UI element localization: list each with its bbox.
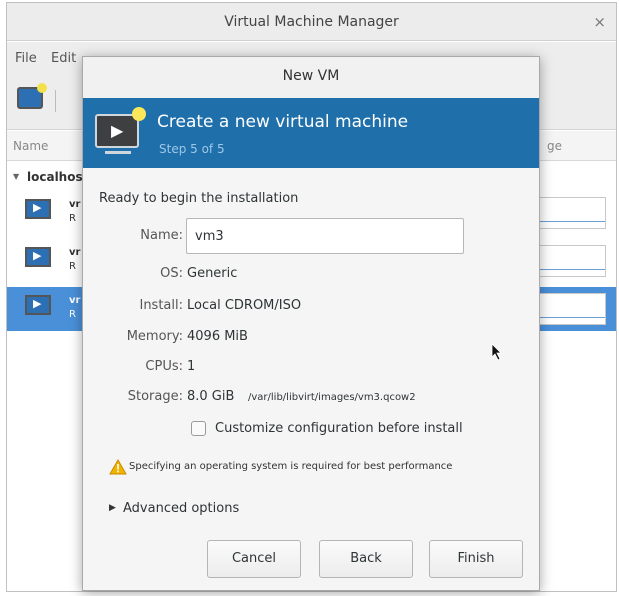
window-title: Virtual Machine Manager — [7, 3, 616, 41]
toolbar-separator — [55, 90, 56, 112]
vm-state: R — [69, 213, 76, 224]
vm-state: R — [69, 309, 76, 320]
memory-value: 4096 MiB — [187, 329, 248, 344]
column-usage[interactable]: ge — [547, 131, 562, 161]
storage-path: /var/lib/libvirt/images/vm3.qcow2 — [248, 392, 416, 403]
customize-checkbox[interactable] — [191, 421, 206, 436]
dialog-title: New VM — [83, 57, 539, 98]
customize-label[interactable]: Customize configuration before install — [215, 421, 463, 436]
banner-title: Create a new virtual machine — [157, 112, 409, 132]
close-icon[interactable]: × — [593, 3, 606, 41]
warning-text: Specifying an operating system is requir… — [129, 461, 453, 472]
advanced-options-expander[interactable]: Advanced options — [123, 501, 239, 516]
menu-edit[interactable]: Edit — [51, 42, 76, 76]
new-vm-icon — [95, 107, 146, 148]
menu-file[interactable]: File — [15, 42, 37, 76]
expander-arrow-icon[interactable]: ▶ — [109, 503, 116, 513]
step-indicator: Step 5 of 5 — [159, 142, 225, 156]
os-label: OS: — [160, 266, 183, 281]
monitor-stand — [105, 151, 131, 154]
install-value: Local CDROM/ISO — [187, 298, 302, 313]
host-label: localhost — [27, 170, 89, 184]
vm-icon — [25, 247, 51, 267]
name-input[interactable] — [186, 218, 464, 254]
vm-name: vr — [69, 247, 81, 258]
cancel-button[interactable]: Cancel — [207, 540, 301, 578]
memory-label: Memory: — [126, 329, 183, 344]
cpus-value: 1 — [187, 359, 196, 374]
vm-name: vr — [69, 295, 81, 306]
vm-icon — [25, 199, 51, 219]
warning-icon — [109, 459, 127, 475]
new-vm-icon[interactable] — [17, 83, 47, 109]
cpus-label: CPUs: — [145, 359, 183, 374]
vm-state: R — [69, 261, 76, 272]
back-button[interactable]: Back — [319, 540, 413, 578]
install-label: Install: — [139, 298, 183, 313]
vm-icon — [25, 295, 51, 315]
storage-label: Storage: — [127, 389, 183, 404]
wizard-banner: Create a new virtual machine Step 5 of 5 — [83, 98, 539, 168]
name-label: Name: — [140, 228, 183, 243]
vm-name: vr — [69, 199, 81, 210]
expand-arrow-icon[interactable]: ▼ — [13, 163, 19, 191]
mouse-cursor-icon — [491, 343, 502, 361]
finish-button[interactable]: Finish — [429, 540, 523, 578]
ready-heading: Ready to begin the installation — [99, 191, 299, 206]
column-name[interactable]: Name — [13, 131, 48, 161]
storage-size: 8.0 GiB — [187, 389, 235, 404]
os-value: Generic — [187, 266, 238, 281]
new-vm-dialog: New VM Create a new virtual machine Step… — [82, 56, 540, 591]
